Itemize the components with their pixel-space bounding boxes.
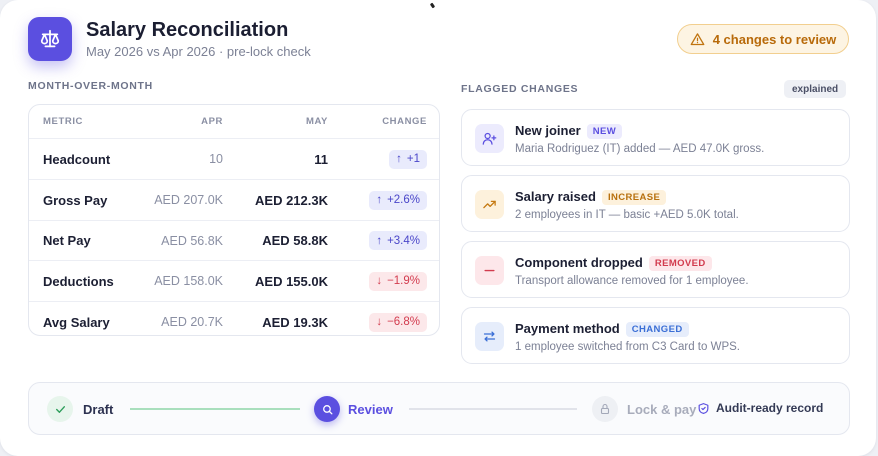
flagged-item-salary-raised[interactable]: Salary raised INCREASE 2 employees in IT … [461, 175, 850, 232]
reconciliation-card: Salary Reconciliation May 2026 vs Apr 20… [0, 0, 876, 456]
page-title: Salary Reconciliation [86, 19, 289, 41]
may-value: AED 155.0K [255, 273, 328, 289]
table-row: Deductions AED 158.0K AED 155.0K ↓ −1.9% [29, 261, 439, 302]
scales-icon [28, 17, 72, 61]
table-header-row: METRIC APR MAY CHANGE [29, 105, 439, 139]
table-row: Avg Salary AED 20.7K AED 19.3K ↓ −6.8% [29, 302, 439, 335]
step-lock-pay-label: Lock & pay [627, 402, 697, 417]
step-lock-pay[interactable] [592, 396, 618, 422]
swap-arrows-icon [475, 322, 504, 351]
step-draft-label: Draft [83, 402, 114, 417]
apr-value: AED 20.7K [161, 315, 223, 329]
flagged-description: Transport allowance removed for 1 employ… [515, 275, 749, 287]
apr-value: 10 [209, 152, 223, 166]
mom-section-label: MONTH-OVER-MONTH [28, 80, 153, 92]
tag-badge: CHANGED [625, 322, 689, 337]
column-header-change: CHANGE [382, 116, 427, 127]
flagged-title-row: Salary raised INCREASE [515, 189, 667, 205]
flagged-title: Payment method [515, 321, 620, 336]
tag-badge: REMOVED [648, 256, 712, 271]
arrow-up-icon: ↑ [376, 194, 383, 206]
change-badge: ↓ −1.9% [369, 271, 427, 291]
arrow-down-icon: ↓ [376, 316, 383, 328]
change-badge: ↓ −6.8% [369, 312, 427, 332]
trending-up-icon [475, 190, 504, 219]
change-value: +1 [406, 153, 420, 165]
warning-triangle-icon [690, 32, 705, 47]
flagged-item-payment-method[interactable]: Payment method CHANGED 1 employee switche… [461, 307, 850, 364]
flagged-description: 1 employee switched from C3 Card to WPS. [515, 341, 740, 353]
may-value: AED 58.8K [262, 233, 328, 248]
flagged-section-label: FLAGGED CHANGES [461, 83, 579, 95]
change-badge: ↑ +1 [389, 149, 427, 169]
workflow-stepper: Draft Review Lock & pay Audit-ready reco… [28, 382, 850, 435]
may-value: AED 212.3K [255, 192, 328, 208]
column-header-apr: APR [201, 116, 223, 127]
column-header-metric: METRIC [43, 116, 84, 127]
step-draft[interactable] [47, 396, 73, 422]
metric-name: Avg Salary [43, 314, 110, 330]
arrow-up-icon: ↑ [396, 153, 402, 165]
review-pill-label: 4 changes to review [712, 31, 837, 47]
page-subtitle: May 2026 vs Apr 2026 · pre-lock check [86, 44, 311, 59]
table-row: Net Pay AED 56.8K AED 58.8K ↑ +3.4% [29, 221, 439, 261]
lock-icon [599, 403, 611, 415]
may-value: 11 [314, 151, 328, 167]
column-header-may: MAY [305, 116, 328, 127]
metric-name: Deductions [43, 273, 114, 289]
mom-table: METRIC APR MAY CHANGE Headcount 10 11 ↑ +… [28, 104, 440, 336]
tag-badge: NEW [586, 124, 623, 139]
flagged-title: New joiner [515, 123, 581, 138]
metric-name: Net Pay [43, 233, 91, 248]
flagged-title-row: Payment method CHANGED [515, 321, 689, 337]
metric-name: Headcount [43, 151, 111, 167]
change-value: +2.6% [387, 194, 420, 206]
change-value: −6.8% [387, 316, 420, 328]
audit-ready-label: Audit-ready record [697, 401, 823, 415]
flagged-title: Salary raised [515, 189, 596, 204]
arrow-down-icon: ↓ [376, 275, 383, 287]
change-value: +3.4% [387, 234, 420, 247]
cursor-mark [429, 2, 436, 9]
apr-value: AED 207.0K [154, 193, 223, 207]
changes-to-review-button[interactable]: 4 changes to review [677, 24, 849, 54]
step-connector [130, 408, 300, 410]
shield-check-icon [697, 402, 710, 415]
change-badge: ↑ +2.6% [369, 190, 427, 210]
flagged-item-new-joiner[interactable]: New joiner NEW Maria Rodriguez (IT) added… [461, 109, 850, 166]
may-value: AED 19.3K [262, 314, 328, 330]
table-row: Headcount 10 11 ↑ +1 [29, 139, 439, 180]
flagged-description: 2 employees in IT — basic +AED 5.0K tota… [515, 209, 739, 221]
flagged-title-row: Component dropped REMOVED [515, 255, 712, 271]
change-value: −1.9% [387, 275, 420, 287]
audit-ready-text: Audit-ready record [716, 401, 824, 415]
step-connector [409, 408, 577, 410]
change-badge: ↑ +3.4% [369, 231, 427, 250]
step-review-label: Review [348, 402, 393, 417]
flagged-item-component-dropped[interactable]: Component dropped REMOVED Transport allow… [461, 241, 850, 298]
user-plus-icon [475, 124, 504, 153]
check-icon [54, 403, 67, 416]
apr-value: AED 56.8K [161, 233, 223, 248]
step-review[interactable] [314, 396, 340, 422]
flagged-description: Maria Rodriguez (IT) added — AED 47.0K g… [515, 143, 765, 155]
minus-icon [475, 256, 504, 285]
flagged-title-row: New joiner NEW [515, 123, 623, 139]
explained-badge: explained [784, 80, 847, 98]
apr-value: AED 158.0K [154, 274, 223, 288]
tag-badge: INCREASE [601, 190, 667, 205]
table-row: Gross Pay AED 207.0K AED 212.3K ↑ +2.6% [29, 180, 439, 221]
flagged-title: Component dropped [515, 255, 643, 270]
metric-name: Gross Pay [43, 192, 108, 208]
arrow-up-icon: ↑ [376, 234, 383, 247]
search-icon [321, 403, 334, 416]
